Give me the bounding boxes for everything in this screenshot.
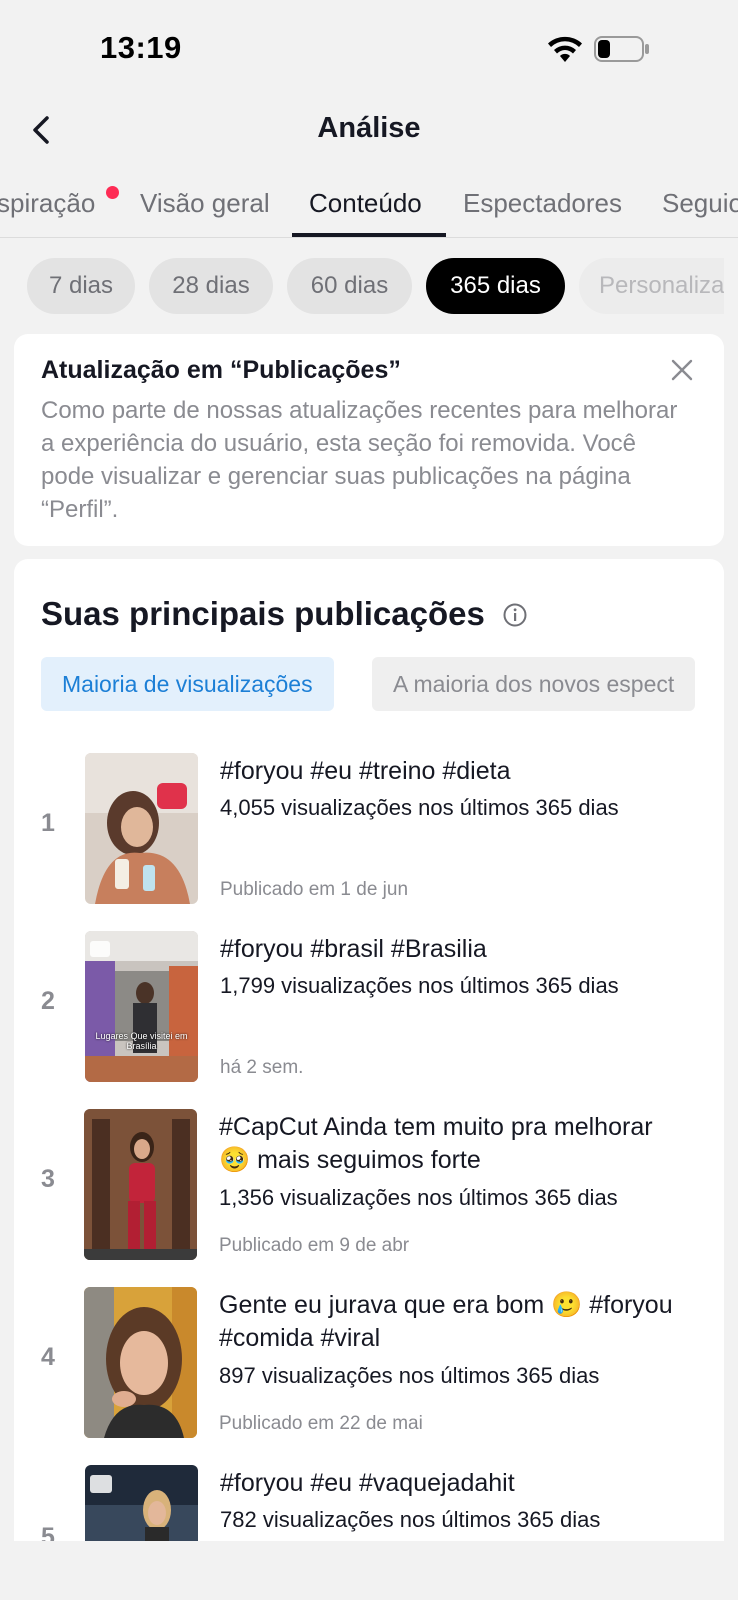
filter-most-views[interactable]: Maioria de visualizações [41,657,334,711]
post-title: #CapCut Ainda tem muito pra melhorar 🥹 m… [219,1113,653,1174]
update-notice-card: Atualização em “Publicações” Como parte … [14,334,724,546]
post-rank: 4 [41,1343,55,1371]
post-views: 1,356 visualizações nos últimos 365 dias [219,1185,618,1210]
analytics-tabs: spiração Visão geral Conteúdo Espectador… [0,176,738,238]
tab-conteudo[interactable]: Conteúdo [309,188,422,219]
section-title: Suas principais publicações [41,595,485,632]
post-views: 897 visualizações nos últimos 365 dias [219,1363,600,1388]
post-views: 782 visualizações nos últimos 365 dias [220,1507,601,1532]
sort-filter-row: Maioria de visualizações A maioria dos n… [41,657,697,711]
post-thumbnail: Lugares Que visitei em Brasília [85,931,198,1082]
post-title: #foryou #eu #treino #dieta [220,757,511,785]
active-tab-indicator [292,233,446,237]
range-7-days[interactable]: 7 dias [27,258,135,314]
post-item[interactable]: 3 #CapCut Ainda tem muito pra melhorar 🥹… [14,1109,724,1261]
date-range-chips: 7 dias 28 dias 60 dias 365 dias Personal… [0,258,724,314]
post-rank: 2 [41,987,55,1015]
notification-dot [106,186,119,199]
notice-body: Como parte de nossas atualizações recent… [41,397,678,523]
status-bar: 13:19 [0,0,738,96]
bottom-area [0,1541,738,1600]
tab-seguidores[interactable]: Seguio [662,188,738,219]
thumbnail-caption: Lugares Que visitei em Brasília [95,1031,188,1051]
top-posts-card: Suas principais publicações Maioria de v… [14,559,724,1559]
post-title: #foryou #brasil #Brasilia [220,935,487,963]
range-365-days[interactable]: 365 dias [426,258,565,314]
filter-most-new-viewers[interactable]: A maioria dos novos espect [372,657,696,711]
post-rank: 1 [41,809,55,837]
post-title: Gente eu jurava que era bom 🥲 #foryou #c… [219,1291,673,1352]
post-date: Publicado em 1 de jun [220,879,409,900]
post-rank: 3 [41,1165,55,1193]
tab-visao-geral[interactable]: Visão geral [140,188,270,219]
post-item[interactable]: 1 #foryou #eu #treino #dieta 4,055 visua… [14,753,724,905]
post-item[interactable]: 2 Lugares Que visitei em Brasília #foryo… [14,931,724,1083]
post-views: 4,055 visualizações nos últimos 365 dias [220,795,619,820]
post-thumbnail [85,753,198,904]
nav-bar: Análise [0,96,738,166]
post-item[interactable]: 4 Gente eu jurava que era bom 🥲 #foryou … [14,1287,724,1439]
notice-title: Atualização em “Publicações” [41,356,401,384]
info-icon[interactable] [502,602,528,628]
battery-icon [594,36,649,62]
range-60-days[interactable]: 60 dias [287,258,412,314]
post-date: há 2 sem. [220,1057,304,1078]
wifi-icon [548,36,582,62]
post-thumbnail [84,1287,197,1438]
close-icon[interactable] [668,356,696,384]
status-time: 13:19 [100,30,182,65]
page-title: Análise [317,112,421,144]
post-views: 1,799 visualizações nos últimos 365 dias [220,973,619,998]
post-date: Publicado em 22 de mai [219,1413,423,1434]
post-thumbnail [84,1109,197,1260]
post-title: #foryou #eu #vaquejadahit [220,1469,515,1497]
range-custom[interactable]: Personaliza [579,258,724,314]
tab-espectadores[interactable]: Espectadores [463,188,622,219]
post-date: Publicado em 9 de abr [219,1235,410,1256]
range-28-days[interactable]: 28 dias [149,258,273,314]
tab-inspiracao[interactable]: spiração [0,188,95,219]
